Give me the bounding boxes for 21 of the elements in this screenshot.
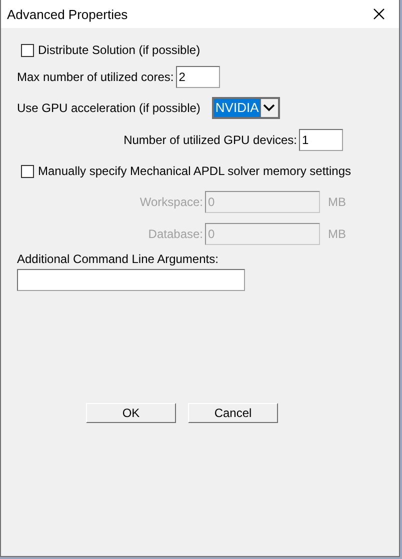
unit-label: MB [328,195,346,209]
gpu-label: Use GPU acceleration (if possible) [17,101,200,115]
checkbox[interactable] [21,164,34,178]
checkbox-label: Manually specify Mechanical APDL solver memory settings [38,164,352,178]
checkbox[interactable] [21,44,34,56]
cores-label: Max number of utilized cores: [17,70,174,84]
gpu-dropdown[interactable]: NVIDIA [212,97,280,119]
dialog-button[interactable]: OK [86,403,176,423]
checkbox-label: Distribute Solution (if possible) [38,43,200,57]
close-icon [373,8,385,20]
memory-label: Workspace: [138,195,203,209]
command-line-field[interactable] [17,269,245,291]
dialog-button[interactable]: Cancel [188,403,278,423]
chevron-down-icon [263,104,276,112]
gpu-devices-label: Number of utilized GPU devices: [122,133,297,147]
gpu-devices-field[interactable]: 1 [299,129,343,151]
memory-label: Database: [147,227,203,241]
command-line-label: Additional Command Line Arguments: [17,252,218,266]
window-title: Advanced Properties [7,6,128,22]
unit-label: MB [328,227,346,241]
cores-field[interactable]: 2 [176,66,220,88]
